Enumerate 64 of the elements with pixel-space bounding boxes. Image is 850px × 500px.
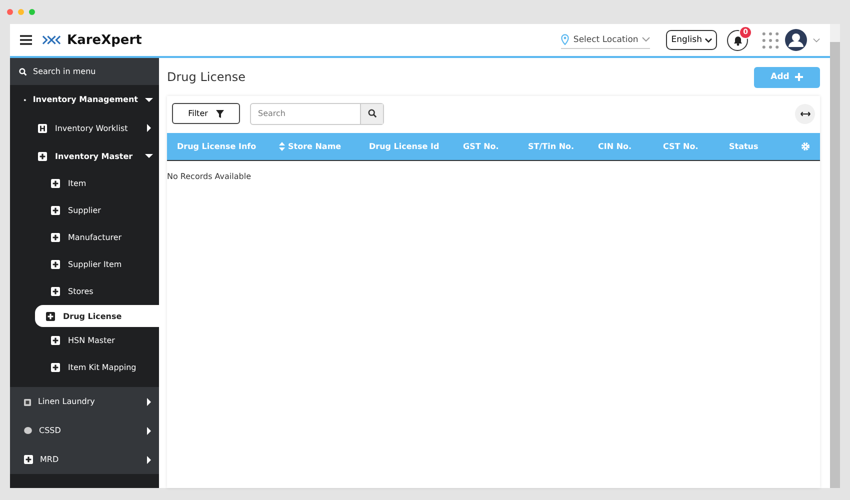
plus-square-icon	[51, 260, 60, 269]
menu-item[interactable]: CSSD	[10, 416, 159, 445]
menu-item[interactable]: Supplier Item	[10, 251, 159, 278]
location-select[interactable]: Select Location	[561, 31, 650, 49]
caret-right-icon	[145, 398, 153, 406]
menu-item[interactable]: Linen Laundry	[10, 387, 159, 416]
menu-item[interactable]: Drug License	[35, 305, 159, 327]
double-arrow-icon	[800, 110, 810, 116]
menu-search-field[interactable]: Search in menu	[10, 58, 159, 85]
plus-square-icon	[51, 179, 60, 188]
plus-square-icon	[51, 287, 60, 296]
menu-icon[interactable]	[20, 35, 32, 45]
plus-square-icon	[51, 363, 60, 372]
column-header: CIN No.	[598, 142, 633, 151]
empty-message: No Records Available	[167, 171, 252, 181]
menu-item[interactable]: Inventory Worklist	[10, 114, 159, 142]
search-button[interactable]	[360, 104, 383, 124]
column-header: CST No.	[663, 142, 700, 151]
column-header: GST No.	[463, 142, 500, 151]
column-header: Status	[729, 142, 760, 151]
worklist-icon	[38, 124, 47, 132]
plus-square-icon	[38, 152, 47, 160]
avatar-icon[interactable]	[785, 29, 807, 51]
plus-square-icon	[51, 336, 60, 345]
language-select[interactable]: English	[666, 30, 717, 50]
page-title: Drug License	[167, 70, 246, 84]
chevron-down-icon	[705, 38, 712, 42]
menu-item[interactable]: Inventory Management	[10, 85, 159, 114]
plus-square-icon	[46, 312, 55, 320]
bell-icon	[732, 34, 742, 46]
caret-right-icon	[145, 124, 153, 132]
plus-icon	[795, 73, 804, 81]
settings-icon[interactable]	[801, 142, 810, 151]
filter-icon	[216, 110, 224, 118]
column-header: Drug License Info	[177, 142, 258, 151]
caret-right-icon	[145, 456, 153, 464]
menu-item[interactable]: Manufacturer	[10, 224, 159, 251]
search-field[interactable]: Search	[250, 102, 384, 124]
caret-down-icon	[145, 152, 153, 160]
location-pin-icon	[561, 34, 570, 45]
column-header: Drug License Id	[369, 142, 440, 151]
menu-item[interactable]: Inventory Master	[10, 142, 159, 170]
apps-grid-icon[interactable]	[762, 32, 779, 48]
sort-icon	[279, 142, 285, 151]
menu-item[interactable]: Stores	[10, 278, 159, 305]
search-icon	[368, 109, 376, 118]
plus-square-icon	[51, 206, 60, 215]
chevron-down-icon	[642, 37, 650, 42]
logo-icon	[42, 35, 61, 45]
plus-square-icon	[51, 233, 60, 242]
menu-item[interactable]: Supplier	[10, 197, 159, 224]
menu-item[interactable]: HSN Master	[10, 327, 159, 354]
menu-item[interactable]: Item	[10, 170, 159, 197]
caret-down-icon	[145, 96, 153, 104]
plus-square-icon	[24, 455, 33, 464]
menu-item[interactable]: Item Kit Mapping	[10, 354, 159, 381]
expand-button[interactable]	[795, 104, 815, 124]
chevron-down-icon[interactable]	[813, 38, 820, 42]
brand-name: KareXpert	[67, 32, 142, 48]
caret-right-icon	[145, 426, 153, 434]
column-header: ST/Tin No.	[528, 142, 576, 151]
filter-button[interactable]: Filter	[172, 103, 240, 124]
search-icon	[19, 68, 27, 76]
menu-item[interactable]: MRD	[10, 445, 159, 474]
